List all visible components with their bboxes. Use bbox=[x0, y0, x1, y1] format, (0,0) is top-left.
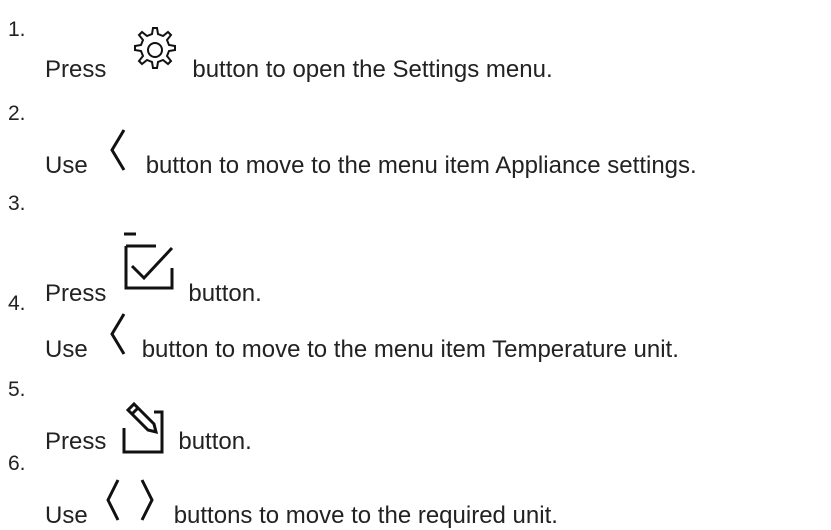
step-line: Press button. bbox=[45, 400, 252, 456]
gear-icon bbox=[120, 22, 186, 78]
edit-pencil-icon bbox=[114, 402, 172, 458]
step-suffix: button to move to the menu item Temperat… bbox=[141, 336, 679, 363]
step-suffix: buttons to move to the required unit. bbox=[173, 502, 558, 529]
instruction-step-5: 5. Press button. bbox=[0, 378, 831, 455]
instruction-step-2: 2. Use button to move to the menu item A… bbox=[0, 102, 831, 179]
step-line: Press button to open the Settings menu. bbox=[45, 27, 553, 84]
step-prefix: Use bbox=[45, 152, 88, 179]
instruction-step-4: 4. Use button to move to the menu item T… bbox=[0, 292, 831, 364]
step-number: 3. bbox=[8, 192, 26, 215]
step-prefix: Use bbox=[45, 336, 88, 363]
step-line: Use button to move to the menu item Appl… bbox=[45, 129, 697, 180]
step-number: 4. bbox=[8, 292, 26, 315]
instruction-step-6: 6. Use buttons to move to the required u… bbox=[0, 452, 831, 529]
step-prefix: Press bbox=[45, 56, 107, 83]
step-line: Use button to move to the menu item Temp… bbox=[45, 313, 679, 364]
chevron-left-icon bbox=[96, 126, 138, 176]
step-number: 1. bbox=[8, 18, 26, 41]
step-number: 2. bbox=[8, 102, 26, 125]
chevron-left-icon bbox=[96, 310, 138, 360]
instruction-step-3: 3. Press button. bbox=[0, 192, 831, 307]
step-number: 6. bbox=[8, 452, 26, 475]
instruction-step-1: 1. Press button to open the Settings men… bbox=[0, 18, 831, 88]
chevron-left-right-icon bbox=[96, 476, 166, 526]
step-number: 5. bbox=[8, 378, 26, 401]
step-prefix: Use bbox=[45, 502, 88, 529]
step-suffix: button to move to the menu item Applianc… bbox=[145, 152, 697, 179]
step-suffix: button to open the Settings menu. bbox=[192, 56, 553, 83]
step-line: Use buttons to move to the required unit… bbox=[45, 479, 558, 530]
